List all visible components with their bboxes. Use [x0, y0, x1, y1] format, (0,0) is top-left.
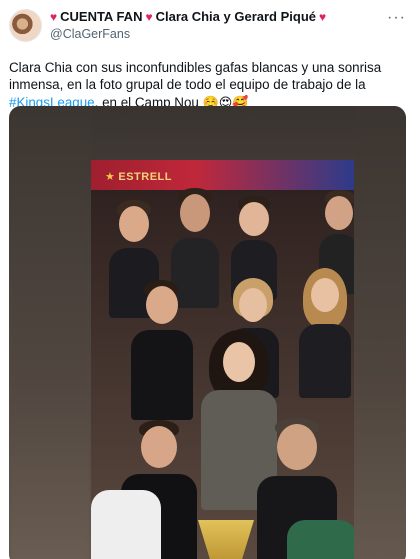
- heart-icon: ♥: [50, 10, 58, 24]
- tweet-card: ♥ CUENTA FAN ♥ Clara Chia y Gerard Piqué…: [0, 0, 420, 559]
- person: [131, 280, 193, 420]
- more-options-icon[interactable]: ···: [387, 9, 406, 27]
- media-blur-right: [354, 106, 406, 559]
- user-handle[interactable]: @ClaGerFans: [50, 26, 326, 42]
- banner-label: ESTRELL: [118, 171, 172, 183]
- tweet-text: Clara Chia con sus inconfundibles gafas …: [9, 59, 410, 111]
- tweet-text-part1: Clara Chia con sus inconfundibles gafas …: [9, 60, 382, 93]
- display-name-prefix: CUENTA FAN: [60, 9, 143, 24]
- person: [287, 520, 354, 559]
- tweet-media[interactable]: ★ ESTRELL: [9, 106, 406, 559]
- person: [91, 490, 161, 559]
- display-name-suffix: Clara Chia y Gerard Piqué: [155, 9, 316, 24]
- author-info: ♥ CUENTA FAN ♥ Clara Chia y Gerard Piqué…: [50, 9, 326, 42]
- heart-icon: ♥: [145, 10, 153, 24]
- stadium-banner: ★ ESTRELL: [91, 160, 354, 190]
- display-name[interactable]: ♥ CUENTA FAN ♥ Clara Chia y Gerard Piqué…: [50, 9, 326, 25]
- person: [297, 268, 353, 398]
- star-icon: ★: [105, 171, 116, 183]
- banner-text: ★ ESTRELL: [105, 170, 172, 183]
- avatar[interactable]: [9, 9, 42, 42]
- media-blur-left: [9, 106, 91, 559]
- tweet-header: ♥ CUENTA FAN ♥ Clara Chia y Gerard Piqué…: [9, 9, 410, 45]
- trophy: [198, 520, 254, 559]
- heart-icon: ♥: [319, 10, 327, 24]
- group-photo[interactable]: ★ ESTRELL: [91, 160, 354, 559]
